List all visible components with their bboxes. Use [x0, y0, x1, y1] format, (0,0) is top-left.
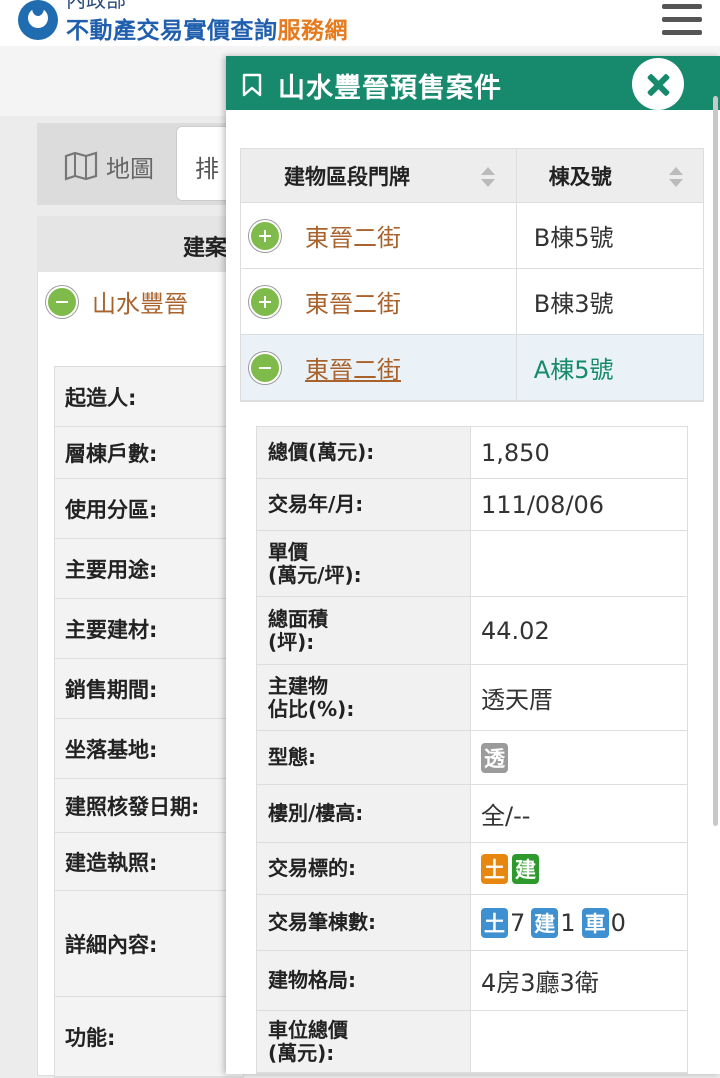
map-label: 地圖: [106, 154, 154, 183]
project-info-label: 使用分區:: [55, 479, 243, 539]
detail-label: 樓別/樓高:: [257, 785, 472, 842]
detail-value: 1,850: [481, 438, 550, 467]
project-column-header: 建案: [37, 216, 237, 272]
site-title[interactable]: 不動產交易實價查詢服務網: [66, 17, 348, 45]
unit-row[interactable]: 東晉二街 B棟5號: [241, 203, 703, 269]
transaction-detail-table: 總價(萬元): 1,850 交易年/月: 111/08/06 單價 (萬元/坪): 總面積…: [256, 426, 688, 1074]
collapse-icon[interactable]: [249, 351, 281, 384]
ministry-logo-icon[interactable]: [18, 0, 58, 40]
detail-label: 總面積 (坪):: [257, 597, 472, 664]
detail-row: 交易年/月: 111/08/06: [257, 479, 687, 531]
count-value: 0: [610, 908, 626, 937]
close-icon[interactable]: [632, 58, 684, 110]
bookmark-icon: [242, 73, 262, 97]
unit-address-link[interactable]: 東晉二街: [305, 284, 401, 319]
detail-label: 車位總價 (萬元):: [257, 1011, 472, 1072]
detail-row: 型態: 透: [257, 731, 687, 785]
map-button[interactable]: 地圖: [64, 146, 154, 186]
unit-address-link[interactable]: 東晉二街: [305, 350, 401, 385]
detail-value: 透: [471, 731, 687, 784]
detail-row: 交易標的: 土建: [257, 843, 687, 895]
site-title-main: 不動產交易實價查詢: [66, 18, 278, 44]
detail-row: 樓別/樓高: 全/--: [257, 785, 687, 843]
project-name[interactable]: 山水豐晉: [92, 284, 188, 319]
detail-label: 交易筆棟數:: [257, 895, 472, 950]
detail-row: 主建物 佔比(%): 透天厝: [257, 665, 687, 731]
detail-value: 土7建1車0: [471, 895, 687, 950]
project-row[interactable]: 山水豐晉: [46, 284, 188, 319]
expand-icon[interactable]: [249, 285, 281, 318]
detail-label: 型態:: [257, 731, 472, 784]
project-info-label: 主要建材:: [55, 599, 243, 659]
project-info-table: 起造人: 層棟戶數: 使用分區: 主要用途: 主要建材: 銷售期間: 坐落基地: 建照核發日期…: [54, 366, 244, 1078]
project-info-label: 主要用途:: [55, 539, 243, 599]
detail-label: 主建物 佔比(%):: [257, 665, 472, 730]
scrollbar[interactable]: [713, 96, 718, 826]
presale-modal: 山水豐晉預售案件 建物區段門牌 棟及號 東晉二街 B棟5號 東晉二街 B棟3號 東晉二街…: [226, 56, 720, 1074]
ministry-name: 內政部: [66, 0, 126, 12]
count-value: 7: [510, 908, 526, 937]
detail-row: 交易筆棟數: 土 7 建 1 車 0: [257, 895, 687, 951]
column-header-address[interactable]: 建物區段門牌: [241, 149, 517, 202]
detail-row: 總面積 (坪): 44.02: [257, 597, 687, 665]
unit-table: 建物區段門牌 棟及號 東晉二街 B棟5號 東晉二街 B棟3號 東晉二街 A棟5號: [240, 148, 704, 402]
detail-label: 總價(萬元):: [257, 427, 472, 478]
modal-title: 山水豐晉預售案件: [278, 73, 502, 104]
detail-label: 單價 (萬元/坪):: [257, 531, 472, 596]
project-info-label: 詳細內容:: [55, 891, 243, 997]
detail-value: 土建: [471, 843, 687, 894]
project-info-label: 建造執照:: [55, 833, 243, 891]
modal-header: 山水豐晉預售案件: [226, 56, 720, 110]
type-badge: 透: [481, 742, 509, 773]
project-info-label: 坐落基地:: [55, 719, 243, 779]
map-icon: [64, 151, 98, 181]
hamburger-menu-icon[interactable]: [662, 4, 702, 36]
unit-row[interactable]: 東晉二街 A棟5號: [241, 335, 703, 401]
detail-value: 44.02: [481, 616, 550, 645]
project-info-label: 建照核發日期:: [55, 779, 243, 833]
detail-value: 111/08/06: [481, 490, 605, 519]
detail-value: 透天厝: [481, 686, 554, 714]
detail-row: 單價 (萬元/坪):: [257, 531, 687, 597]
detail-value: 全/--: [481, 802, 531, 830]
detail-value: [471, 531, 687, 596]
detail-row: 車位總價 (萬元):: [257, 1011, 687, 1073]
column-header-unit[interactable]: 棟及號: [517, 149, 703, 202]
count-badge: 建: [531, 907, 559, 938]
unit-table-header: 建物區段門牌 棟及號: [241, 149, 703, 203]
count-badge: 土: [481, 907, 509, 938]
unit-row[interactable]: 東晉二街 B棟3號: [241, 269, 703, 335]
detail-label: 交易標的:: [257, 843, 472, 894]
detail-row: 建物格局: 4房3廳3衛: [257, 951, 687, 1011]
detail-label: 交易年/月:: [257, 479, 472, 530]
site-header: 內政部 不動產交易實價查詢服務網: [0, 0, 720, 46]
project-info-label: 起造人:: [55, 367, 243, 427]
project-info-label: 銷售期間:: [55, 659, 243, 719]
project-info-label: 層棟戶數:: [55, 427, 243, 479]
unit-number: B棟5號: [533, 224, 614, 252]
unit-number: A棟5號: [533, 356, 614, 384]
expand-icon[interactable]: [249, 219, 281, 252]
unit-address-link[interactable]: 東晉二街: [305, 218, 401, 253]
target-badge: 建: [512, 853, 540, 884]
detail-label: 建物格局:: [257, 951, 472, 1010]
detail-value: 4房3廳3衛: [481, 969, 599, 997]
detail-value: [471, 1011, 687, 1072]
site-title-accent: 服務網: [277, 18, 348, 44]
unit-number: B棟3號: [533, 290, 614, 318]
collapse-icon[interactable]: [46, 285, 78, 318]
sort-icon[interactable]: [481, 167, 495, 189]
sort-icon[interactable]: [668, 167, 683, 189]
count-badge: 車: [581, 907, 609, 938]
detail-row: 總價(萬元): 1,850: [257, 427, 687, 479]
count-value: 1: [560, 908, 576, 937]
target-badge: 土: [481, 853, 509, 884]
project-info-label: 功能:: [55, 997, 243, 1077]
